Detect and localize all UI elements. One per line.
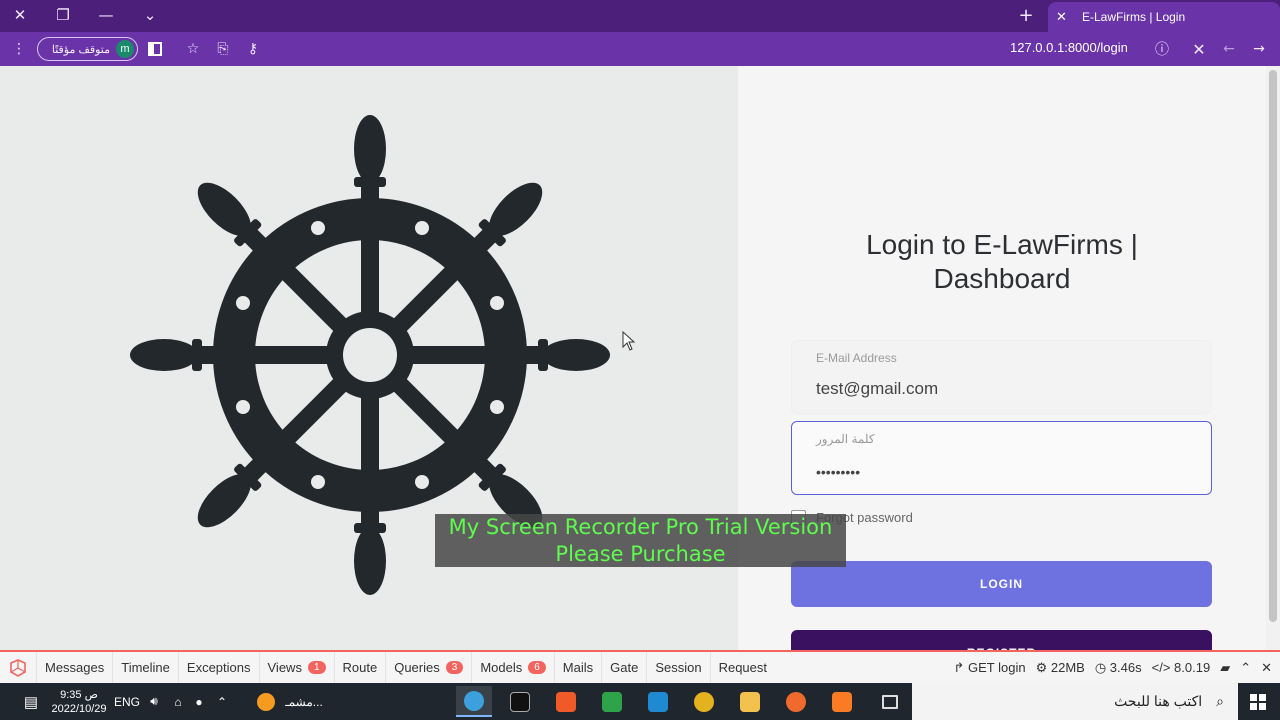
stop-loading-icon[interactable]: ✕	[1188, 38, 1210, 60]
debug-tab-messages[interactable]: Messages	[36, 652, 112, 683]
debug-tab-queries[interactable]: Queries 3	[385, 652, 471, 683]
page-scrollbar[interactable]	[1266, 66, 1280, 650]
search-placeholder: اكتب هنا للبحث	[1114, 693, 1203, 709]
title-line-2: Dashboard	[933, 263, 1071, 294]
weather-widget[interactable]: مشمـ...	[250, 683, 330, 720]
chevron-up-icon[interactable]: ⌃	[1240, 660, 1251, 676]
time-indicator: ◷ 3.46s	[1094, 659, 1142, 675]
page-title: Login to E-LawFirms | Dashboard	[738, 228, 1266, 296]
task-view-icon[interactable]	[872, 686, 908, 717]
clock[interactable]: 9:35 ص 2022/10/29	[50, 683, 108, 720]
active-tab[interactable]: ✕ E-LawFirms | Login	[1048, 2, 1280, 32]
minimize-window-icon[interactable]: —	[94, 4, 118, 26]
volume-icon[interactable]: 🔊︎	[143, 683, 165, 720]
recorder-watermark: My Screen Recorder Pro Trial Version Ple…	[435, 514, 846, 567]
password-label: كلمة المرور	[816, 432, 875, 446]
close-window-icon[interactable]: ✕	[8, 4, 32, 26]
debug-tab-timeline[interactable]: Timeline	[112, 652, 178, 683]
sidebar-icon[interactable]	[144, 38, 166, 60]
new-tab-button[interactable]: +	[1014, 4, 1038, 26]
taskbar-app-postman[interactable]	[778, 686, 814, 717]
code-icon: </>	[1151, 660, 1171, 675]
tab-title: E-LawFirms | Login	[1082, 10, 1186, 24]
tray-chevron-icon[interactable]: ⌃	[211, 683, 233, 720]
weather-sun-icon	[257, 692, 276, 711]
debug-tab-route[interactable]: Route	[333, 652, 386, 683]
php-version-indicator: </> 8.0.19	[1151, 660, 1211, 675]
url-field[interactable]: 127.0.0.1:8000/login	[1010, 40, 1128, 55]
watermark-line-1: My Screen Recorder Pro Trial Version	[448, 515, 833, 539]
debug-tab-models[interactable]: Models 6	[471, 652, 553, 683]
back-arrow-icon[interactable]: →	[1248, 38, 1270, 60]
debug-tab-exceptions[interactable]: Exceptions	[177, 652, 259, 683]
taskbar-app-explorer[interactable]	[732, 686, 768, 717]
microphone-icon[interactable]: ●	[189, 683, 209, 720]
route-indicator: ↱ GET login	[953, 659, 1026, 675]
views-count-badge: 1	[307, 661, 326, 674]
browser-tab-strip: ✕ ❐ — ⌄ + ✕ E-LawFirms | Login	[0, 0, 1280, 32]
restore-window-icon[interactable]: ❐	[51, 4, 75, 26]
models-count-badge: 6	[528, 661, 546, 674]
email-label: E-Mail Address	[816, 351, 897, 365]
email-input[interactable]	[816, 379, 1186, 399]
taskbar-search[interactable]: اكتب هنا للبحث ⌕	[912, 683, 1238, 720]
taskbar-app-vscode[interactable]	[640, 686, 676, 717]
profile-button[interactable]: متوقف مؤقتًا m	[37, 37, 138, 61]
debug-tab-request[interactable]: Request	[709, 652, 775, 683]
debug-tab-views[interactable]: Views 1	[258, 652, 334, 683]
taskbar-app-xampp[interactable]	[824, 686, 860, 717]
mouse-cursor-icon	[622, 331, 636, 351]
taskbar-app-chrome[interactable]	[686, 686, 722, 717]
email-field[interactable]: E-Mail Address	[791, 340, 1212, 414]
scrollbar-thumb[interactable]	[1269, 70, 1277, 622]
share-icon[interactable]: ⎘	[212, 38, 234, 60]
password-field[interactable]: كلمة المرور •••••••••	[791, 421, 1212, 495]
windows-start-icon[interactable]	[1242, 683, 1274, 720]
tab-close-icon[interactable]: ✕	[1056, 10, 1074, 25]
cogs-icon: ⚙	[1035, 659, 1048, 675]
bookmark-star-icon[interactable]: ☆	[182, 38, 204, 60]
taskbar-app-recorder[interactable]	[456, 686, 492, 717]
search-icon: ⌕	[1216, 693, 1224, 709]
forward-arrow-icon[interactable]: ←	[1218, 38, 1240, 60]
network-icon[interactable]: ⌂	[167, 683, 189, 720]
clock-date: 2022/10/29	[51, 702, 107, 715]
language-indicator[interactable]: ENG	[113, 683, 141, 720]
close-icon[interactable]: ✕	[1261, 660, 1272, 676]
weather-text: مشمـ...	[285, 694, 323, 709]
taskbar-app-media[interactable]	[594, 686, 630, 717]
debug-tab-gate[interactable]: Gate	[601, 652, 646, 683]
folder-open-icon[interactable]: ▰	[1220, 660, 1230, 676]
avatar: m	[116, 40, 134, 58]
menu-dots-icon[interactable]: ⋮	[8, 38, 30, 60]
queries-count-badge: 3	[445, 661, 464, 674]
clock-time: 9:35 ص	[60, 688, 98, 701]
address-bar-row: ⋮ متوقف مؤقتًا m ☆ ⎘ ⚷ 127.0.0.1:8000/lo…	[0, 32, 1280, 66]
debug-tab-session[interactable]: Session	[646, 652, 709, 683]
key-icon[interactable]: ⚷	[242, 38, 264, 60]
taskbar-app-terminal[interactable]	[502, 686, 538, 717]
watermark-line-2: Please Purchase	[555, 542, 726, 566]
site-info-icon[interactable]: ⓘ	[1151, 38, 1173, 60]
share-arrow-icon: ↱	[953, 659, 965, 675]
laravel-debugbar: Messages Timeline Exceptions Views 1 Rout…	[0, 650, 1280, 683]
memory-indicator: ⚙ 22MB	[1035, 659, 1085, 675]
password-input[interactable]: •••••••••	[816, 464, 1186, 480]
login-button[interactable]: LOGIN	[791, 561, 1212, 607]
profile-status-label: متوقف مؤقتًا	[51, 43, 110, 56]
register-button[interactable]: REGISTER	[791, 630, 1212, 650]
notification-icon[interactable]: ▤	[18, 683, 44, 720]
debugbar-logo-icon[interactable]	[0, 658, 36, 677]
windows-taskbar: ▤ 9:35 ص 2022/10/29 ENG 🔊︎ ⌂ ● ⌃ مشمـ...…	[0, 683, 1280, 720]
debug-tab-mails[interactable]: Mails	[553, 652, 601, 683]
tab-list-chevron-icon[interactable]: ⌄	[138, 4, 162, 26]
taskbar-app-brave[interactable]	[548, 686, 584, 717]
clock-icon: ◷	[1094, 659, 1107, 675]
title-line-1: Login to E-LawFirms |	[866, 229, 1138, 260]
